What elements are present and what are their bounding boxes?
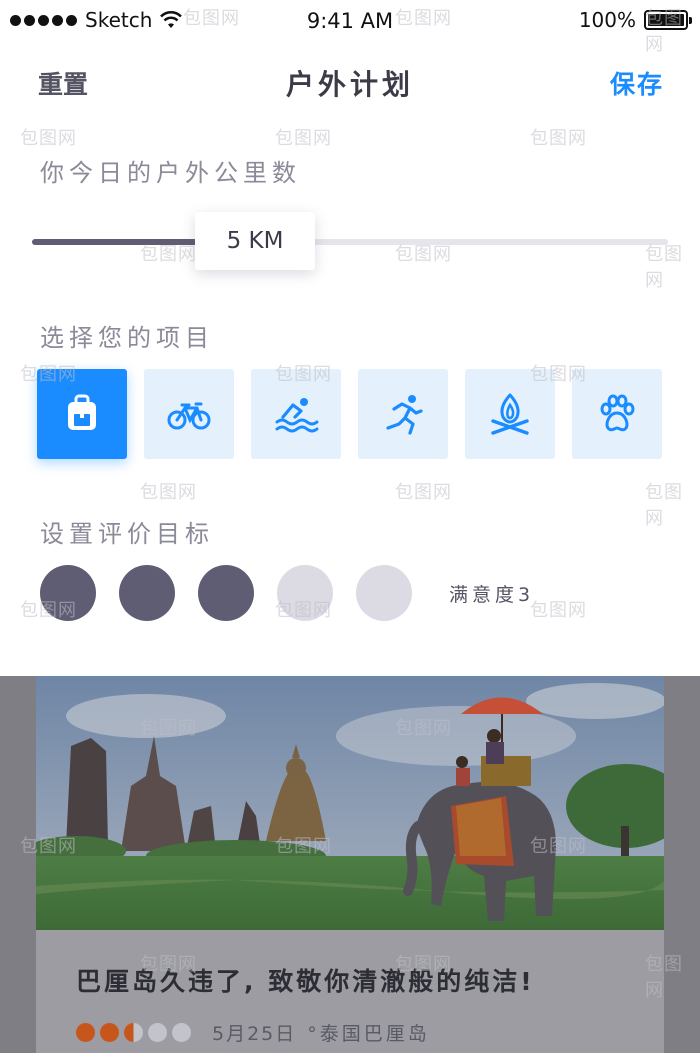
watermark: 包图网: [530, 128, 587, 149]
card-photo: [36, 676, 664, 930]
activity-pet[interactable]: [572, 369, 662, 459]
battery-group: 100%: [578, 8, 692, 32]
card-location: °泰国巴厘岛: [307, 1023, 430, 1045]
activity-running[interactable]: [358, 369, 448, 459]
status-bar: Sketch 9:41 AM 100%: [0, 0, 700, 44]
card-body: 巴厘岛久违了, 致敬你清澈般的纯洁! 5月25日 °泰国巴厘岛: [36, 930, 664, 1053]
backpack-icon: [68, 394, 96, 430]
battery-icon: [644, 10, 692, 30]
activity-options: [37, 369, 662, 459]
rating-dot[interactable]: [198, 565, 254, 621]
watermark: 包图网: [275, 128, 332, 149]
slider-fill: [32, 239, 199, 245]
battery-percent: 100%: [578, 8, 636, 32]
watermark: 包图网: [530, 600, 587, 621]
card-date: 5月25日: [212, 1023, 297, 1045]
card-meta: 5月25日 °泰国巴厘岛: [76, 1019, 430, 1046]
activity-camping[interactable]: [465, 369, 555, 459]
rating-dot[interactable]: [277, 565, 333, 621]
slider-thumb[interactable]: 5 KM: [195, 212, 315, 270]
activity-swimming[interactable]: [251, 369, 341, 459]
watermark: 包图网: [140, 482, 197, 503]
activity-hiking[interactable]: [37, 369, 127, 459]
destination-card[interactable]: 巴厘岛久违了, 致敬你清澈般的纯洁! 5月25日 °泰国巴厘岛: [36, 676, 664, 1053]
running-icon: [386, 395, 423, 435]
distance-label: 你今日的户外公里数: [40, 159, 301, 187]
card-rating-dot: [148, 1023, 167, 1042]
bicycle-icon: [167, 402, 211, 430]
rating-selector: 满意度3: [40, 565, 534, 621]
watermark: 包图网: [20, 128, 77, 149]
card-rating-dot: [124, 1023, 143, 1042]
swimming-icon: [275, 398, 319, 433]
watermark: 包图网: [395, 482, 452, 503]
distance-slider[interactable]: 5 KM: [32, 212, 668, 270]
activities-label: 选择您的项目: [40, 324, 214, 352]
activity-cycling[interactable]: [144, 369, 234, 459]
rating-text: 满意度3: [449, 583, 535, 606]
card-title: 巴厘岛久违了, 致敬你清澈般的纯洁!: [76, 967, 535, 996]
rating-dot[interactable]: [119, 565, 175, 621]
rating-dot[interactable]: [356, 565, 412, 621]
distance-value: 5 KM: [226, 228, 284, 254]
page-title: 户外计划: [285, 68, 414, 101]
save-button[interactable]: 保存: [610, 65, 664, 101]
nav-bar: 重置 户外计划 保存: [0, 55, 700, 107]
rating-dot[interactable]: [40, 565, 96, 621]
card-rating-dot: [172, 1023, 191, 1042]
card-rating-dot: [76, 1023, 95, 1042]
card-rating-dot: [100, 1023, 119, 1042]
watermark: 包图网: [645, 482, 683, 529]
campfire-icon: [491, 393, 529, 435]
rating-label: 设置评价目标: [40, 520, 214, 548]
paw-icon: [600, 394, 635, 432]
